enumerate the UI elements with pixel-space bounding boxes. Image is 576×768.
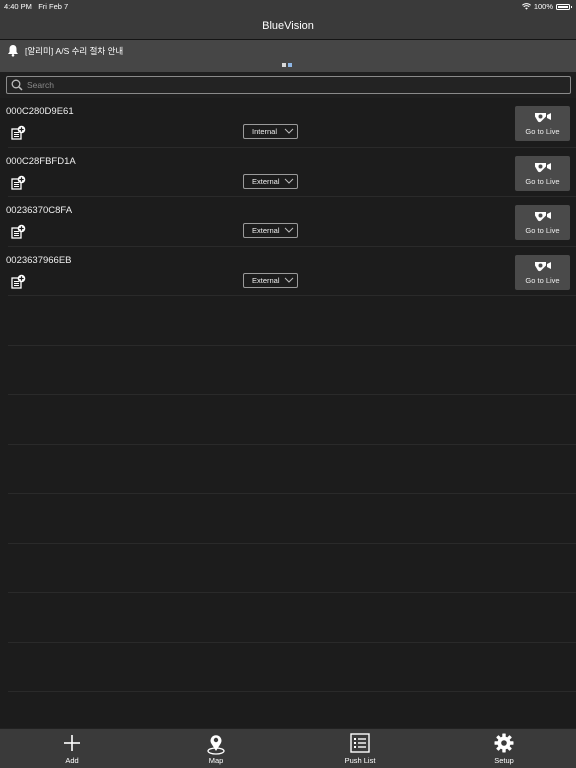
connection-mode-select[interactable]: Internal [243,124,298,139]
page-dot-active[interactable] [288,63,292,67]
empty-row [8,346,576,395]
camera-icon [535,212,551,222]
battery-icon [556,3,572,10]
add-to-list-icon[interactable] [11,125,26,140]
connection-mode-value: External [252,176,280,186]
page-dot[interactable] [282,63,286,67]
tab-map[interactable]: Map [176,729,256,768]
status-date: Fri Feb 7 [38,2,69,11]
add-to-list-icon[interactable] [11,175,26,190]
notice-text[interactable]: [알리미] A/S 수리 절차 안내 [25,45,123,57]
search-icon [11,79,23,91]
device-row[interactable]: 000C28FBFD1A External Go to Live [6,148,576,197]
tab-add[interactable]: Add [32,729,112,768]
tab-push-list[interactable]: Push List [320,729,400,768]
chevron-down-icon [284,178,294,184]
connection-mode-select[interactable]: External [243,272,298,288]
connection-mode-value: External [252,226,280,235]
go-to-live-label: Go to Live [525,226,560,235]
tab-label: Setup [494,756,514,765]
go-to-live-label: Go to Live [525,275,560,285]
wifi-icon [521,3,531,10]
empty-row [8,494,576,544]
status-bar: 4:40 PM Fri Feb 7 100% [0,0,576,12]
notice-banner[interactable]: [알리미] A/S 수리 절차 안내 [0,40,576,72]
empty-row [8,445,576,494]
connection-mode-select[interactable]: External [243,173,298,189]
app-title: BlueVision [262,20,314,32]
battery-percent: 100% [533,2,553,11]
device-id: 00236370C8FA [6,205,73,216]
add-to-list-icon[interactable] [11,224,26,239]
status-time: 4:40 PM Fri Feb 7 [4,2,69,11]
gear-icon [494,733,514,753]
map-pin-icon [207,735,225,755]
empty-row [8,593,576,643]
go-to-live-button[interactable]: Go to Live [515,106,570,141]
tab-label: Map [208,756,224,765]
device-id: 000C280D9E61 [6,106,74,117]
connection-mode-select[interactable]: External [243,223,298,238]
tab-label: Add [65,756,79,765]
page-indicator[interactable] [282,63,292,67]
camera-icon [535,261,551,271]
empty-row [8,395,576,445]
go-to-live-label: Go to Live [525,127,560,136]
camera-icon [535,113,551,123]
search-field[interactable] [6,76,571,94]
device-id: 0023637966EB [6,254,72,266]
chevron-down-icon [284,227,294,233]
nav-bar: BlueVision [0,12,576,40]
go-to-live-button[interactable]: Go to Live [515,205,570,240]
search-bar [0,72,576,98]
camera-icon [535,162,551,172]
search-input[interactable] [27,77,557,93]
tab-bar: Add Map Push List Setup [0,728,576,768]
tab-label: Push List [344,756,376,765]
empty-row [8,296,576,346]
connection-mode-value: Internal [252,127,278,136]
empty-row [8,643,576,692]
chevron-down-icon [284,277,294,283]
connection-mode-value: External [252,275,280,285]
chevron-down-icon [284,128,294,134]
go-to-live-button[interactable]: Go to Live [515,254,570,290]
plus-icon [64,735,80,751]
bell-icon [8,45,18,57]
device-id: 000C28FBFD1A [6,155,76,167]
device-list: 000C280D9E61 Internal Go to Live 000C28F… [0,98,576,692]
go-to-live-label: Go to Live [525,176,560,186]
tab-setup[interactable]: Setup [464,729,544,768]
device-row[interactable]: 00236370C8FA External Go to Live [6,197,576,247]
empty-row [8,544,576,593]
go-to-live-button[interactable]: Go to Live [515,155,570,191]
device-row[interactable]: 000C280D9E61 Internal Go to Live [6,98,576,148]
device-row[interactable]: 0023637966EB External Go to Live [6,247,576,296]
status-right: 100% [521,2,572,11]
list-icon [350,733,370,753]
add-to-list-icon[interactable] [11,274,26,289]
